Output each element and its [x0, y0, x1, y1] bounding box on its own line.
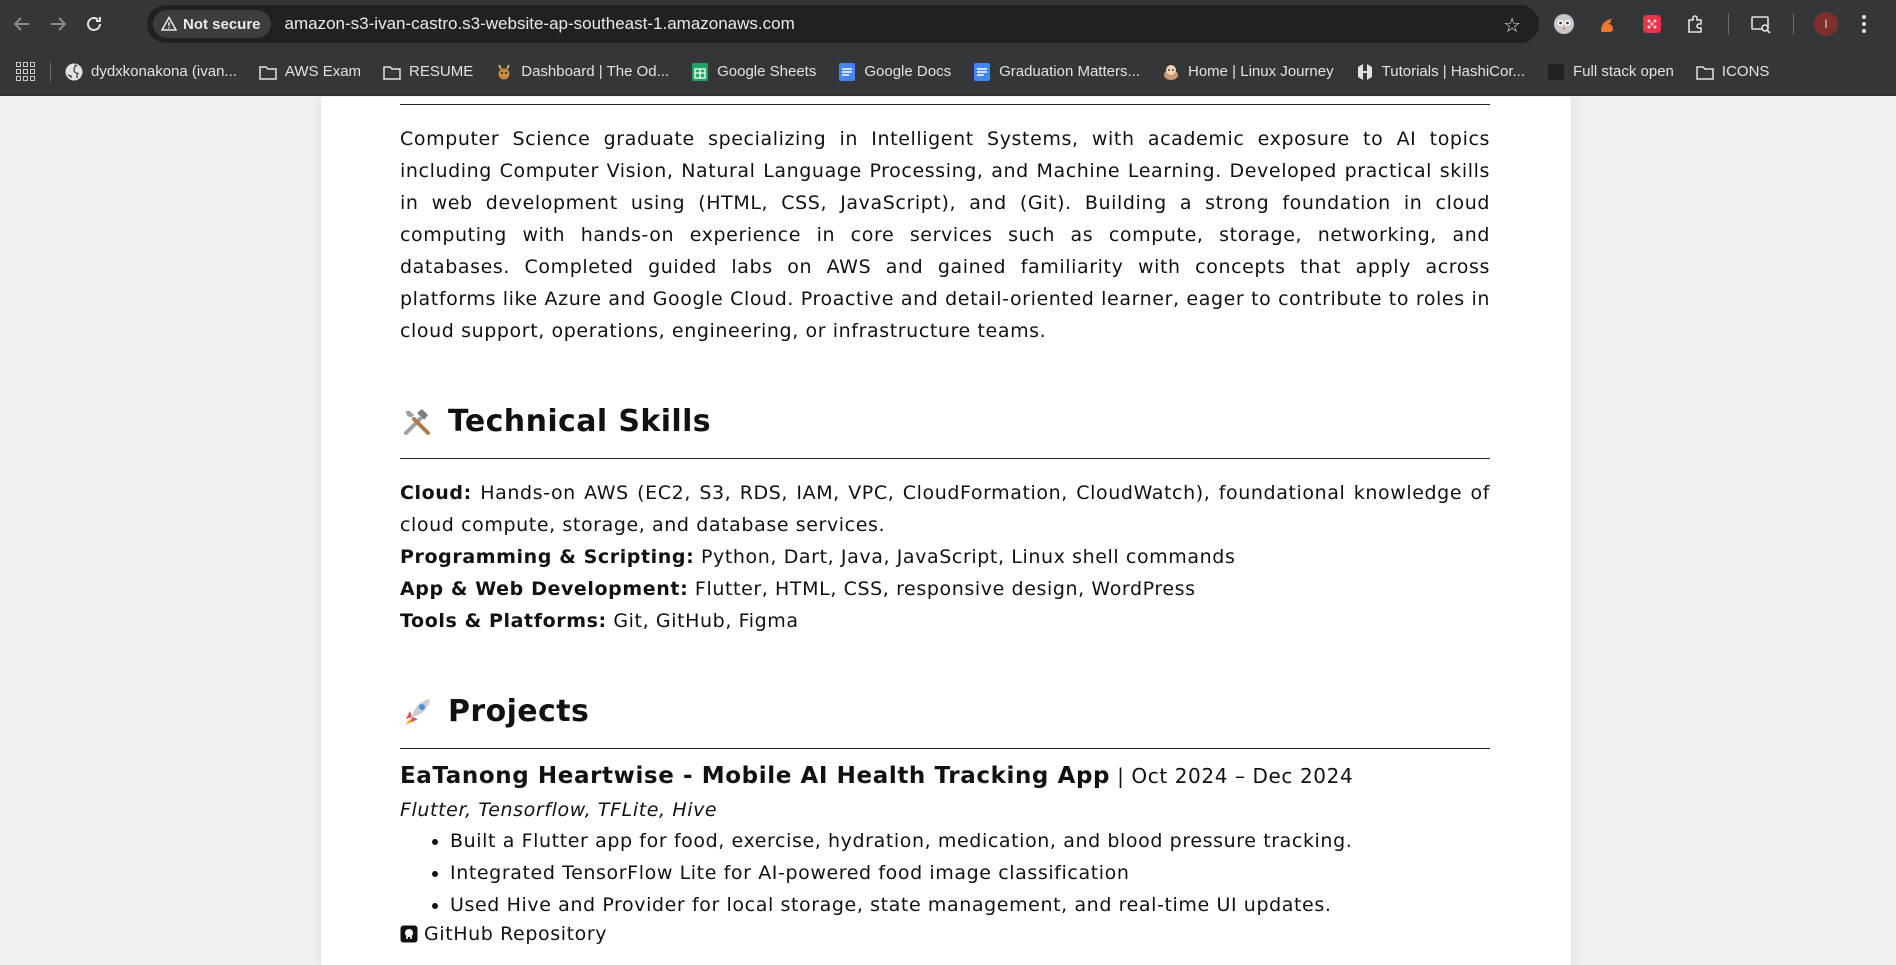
skills-list: Cloud: Hands-on AWS (EC2, S3, RDS, IAM, …: [400, 477, 1490, 637]
bookmark-github[interactable]: dydxkonakona (ivan...: [65, 63, 237, 81]
bookmark-resume[interactable]: RESUME: [383, 63, 473, 81]
project-title-line: EaTanong Heartwise - Mobile AI Health Tr…: [400, 763, 1490, 789]
section-divider: [400, 104, 1490, 105]
tools-icon: [400, 405, 434, 439]
projects-heading-text: Projects: [448, 694, 590, 729]
bookmark-label: Google Sheets: [717, 63, 817, 80]
back-arrow-icon: [13, 17, 29, 31]
apps-grid-icon[interactable]: [16, 61, 36, 82]
security-label: Not secure: [183, 15, 261, 33]
bookmarks-bar: dydxkonakona (ivan... AWS Exam RESUME Da…: [0, 48, 1896, 96]
project-title: EaTanong Heartwise - Mobile AI Health Tr…: [400, 763, 1111, 789]
bookmark-label: ICONS: [1721, 63, 1770, 80]
skill-line-cloud: Cloud: Hands-on AWS (EC2, S3, RDS, IAM, …: [400, 477, 1490, 541]
fso-icon: [1547, 63, 1565, 81]
skill-line-tools: Tools & Platforms: Git, GitHub, Figma: [400, 605, 1490, 637]
bookmark-hashicorp[interactable]: Tutorials | HashiCor...: [1356, 63, 1525, 81]
profile-avatar[interactable]: I: [1814, 12, 1838, 36]
odin-icon: [495, 63, 513, 81]
link-label: GitHub Repository: [424, 923, 608, 945]
list-item: Integrated TensorFlow Lite for AI-powere…: [450, 857, 1490, 889]
squirrel-extension-icon[interactable]: [1596, 12, 1620, 36]
bookmarks-divider: [50, 61, 51, 82]
skill-value: Python, Dart, Java, JavaScript, Linux sh…: [694, 546, 1236, 568]
menu-kebab-icon[interactable]: [1852, 12, 1876, 36]
hashicorp-icon: [1356, 63, 1374, 81]
project-dates: | Oct 2024 – Dec 2024: [1110, 764, 1354, 788]
url-text[interactable]: amazon-s3-ivan-castro.s3-website-ap-sout…: [285, 14, 795, 34]
github-icon: [400, 925, 418, 943]
toolbar-divider: [1793, 13, 1794, 35]
skill-value: Flutter, HTML, CSS, responsive design, W…: [688, 578, 1196, 600]
bookmark-google-sheets[interactable]: Google Sheets: [691, 62, 817, 81]
game-extension-icon[interactable]: [1640, 12, 1664, 36]
section-divider: [400, 748, 1490, 749]
browser-toolbar: Not secure amazon-s3-ivan-castro.s3-webs…: [0, 0, 1896, 48]
skill-label: Programming & Scripting:: [400, 546, 695, 568]
owl-extension-icon[interactable]: [1552, 12, 1576, 36]
github-icon: [65, 63, 83, 81]
bookmark-graduation-matters[interactable]: Graduation Matters...: [973, 62, 1140, 81]
skills-heading: Technical Skills: [400, 404, 711, 439]
bookmark-label: dydxkonakona (ivan...: [91, 63, 237, 80]
bookmark-full-stack-open[interactable]: Full stack open: [1547, 63, 1674, 81]
list-item: Used Hive and Provider for local storage…: [450, 889, 1490, 921]
project-tech-stack: Flutter, Tensorflow, TFLite, Hive: [400, 799, 718, 821]
skill-value: Hands-on AWS (EC2, S3, RDS, IAM, VPC, Cl…: [400, 482, 1490, 536]
page-viewport[interactable]: Computer Science graduate specializing i…: [0, 97, 1896, 965]
section-divider: [400, 458, 1490, 459]
project-bullets: Built a Flutter app for food, exercise, …: [450, 825, 1490, 921]
extensions-area: I: [1552, 0, 1896, 48]
github-repository-link[interactable]: GitHub Repository: [400, 923, 1490, 945]
summary-paragraph: Computer Science graduate specializing i…: [400, 128, 1490, 342]
bookmark-label: Graduation Matters...: [999, 63, 1140, 80]
linux-icon: [1162, 63, 1180, 81]
skill-line-programming: Programming & Scripting: Python, Dart, J…: [400, 541, 1490, 573]
bookmark-label: AWS Exam: [284, 63, 362, 80]
list-item: Built a Flutter app for food, exercise, …: [450, 825, 1490, 857]
back-button[interactable]: [4, 6, 40, 42]
skills-heading-text: Technical Skills: [448, 404, 712, 439]
warning-icon: [161, 16, 177, 32]
bookmark-label: Google Docs: [864, 63, 952, 80]
projects-heading: Projects: [400, 694, 589, 729]
folder-icon: [383, 63, 401, 81]
toolbar-divider: [1728, 13, 1729, 35]
address-bar[interactable]: Not secure amazon-s3-ivan-castro.s3-webs…: [147, 5, 1539, 43]
bookmark-label: RESUME: [409, 63, 474, 80]
forward-arrow-icon: [51, 17, 67, 31]
forward-button[interactable]: [40, 6, 76, 42]
bookmark-aws-exam[interactable]: AWS Exam: [259, 63, 361, 81]
reload-button[interactable]: [76, 6, 112, 42]
project-item: EaTanong Heartwise - Mobile AI Health Tr…: [400, 763, 1490, 945]
skill-label: Cloud:: [400, 482, 472, 504]
security-chip[interactable]: Not secure: [153, 10, 271, 38]
bookmark-star-icon[interactable]: ☆: [1503, 13, 1521, 37]
folder-icon: [259, 63, 277, 81]
skill-value: Git, GitHub, Figma: [606, 610, 799, 632]
rocket-icon: [400, 695, 434, 729]
media-search-icon[interactable]: [1749, 12, 1773, 36]
skill-line-app-web: App & Web Development: Flutter, HTML, CS…: [400, 573, 1490, 605]
bookmark-label: Full stack open: [1573, 63, 1674, 80]
bookmark-label: Home | Linux Journey: [1187, 63, 1334, 80]
docs-icon: [838, 62, 856, 81]
folder-icon: [1696, 63, 1714, 81]
bookmark-google-docs[interactable]: Google Docs: [838, 62, 952, 81]
docs-icon: [973, 62, 991, 81]
bookmark-label: Dashboard | The Od...: [521, 63, 670, 80]
skill-label: Tools & Platforms:: [400, 610, 607, 632]
resume-paper: Computer Science graduate specializing i…: [321, 97, 1571, 965]
extensions-puzzle-icon[interactable]: [1684, 12, 1708, 36]
reload-icon: [87, 16, 101, 31]
bookmark-linux-journey[interactable]: Home | Linux Journey: [1162, 63, 1334, 81]
skill-label: App & Web Development:: [400, 578, 689, 600]
bookmark-icons[interactable]: ICONS: [1696, 63, 1770, 81]
sheets-icon: [691, 62, 709, 81]
bookmark-odin-dashboard[interactable]: Dashboard | The Od...: [495, 63, 669, 81]
bookmark-label: Tutorials | HashiCor...: [1381, 63, 1526, 80]
